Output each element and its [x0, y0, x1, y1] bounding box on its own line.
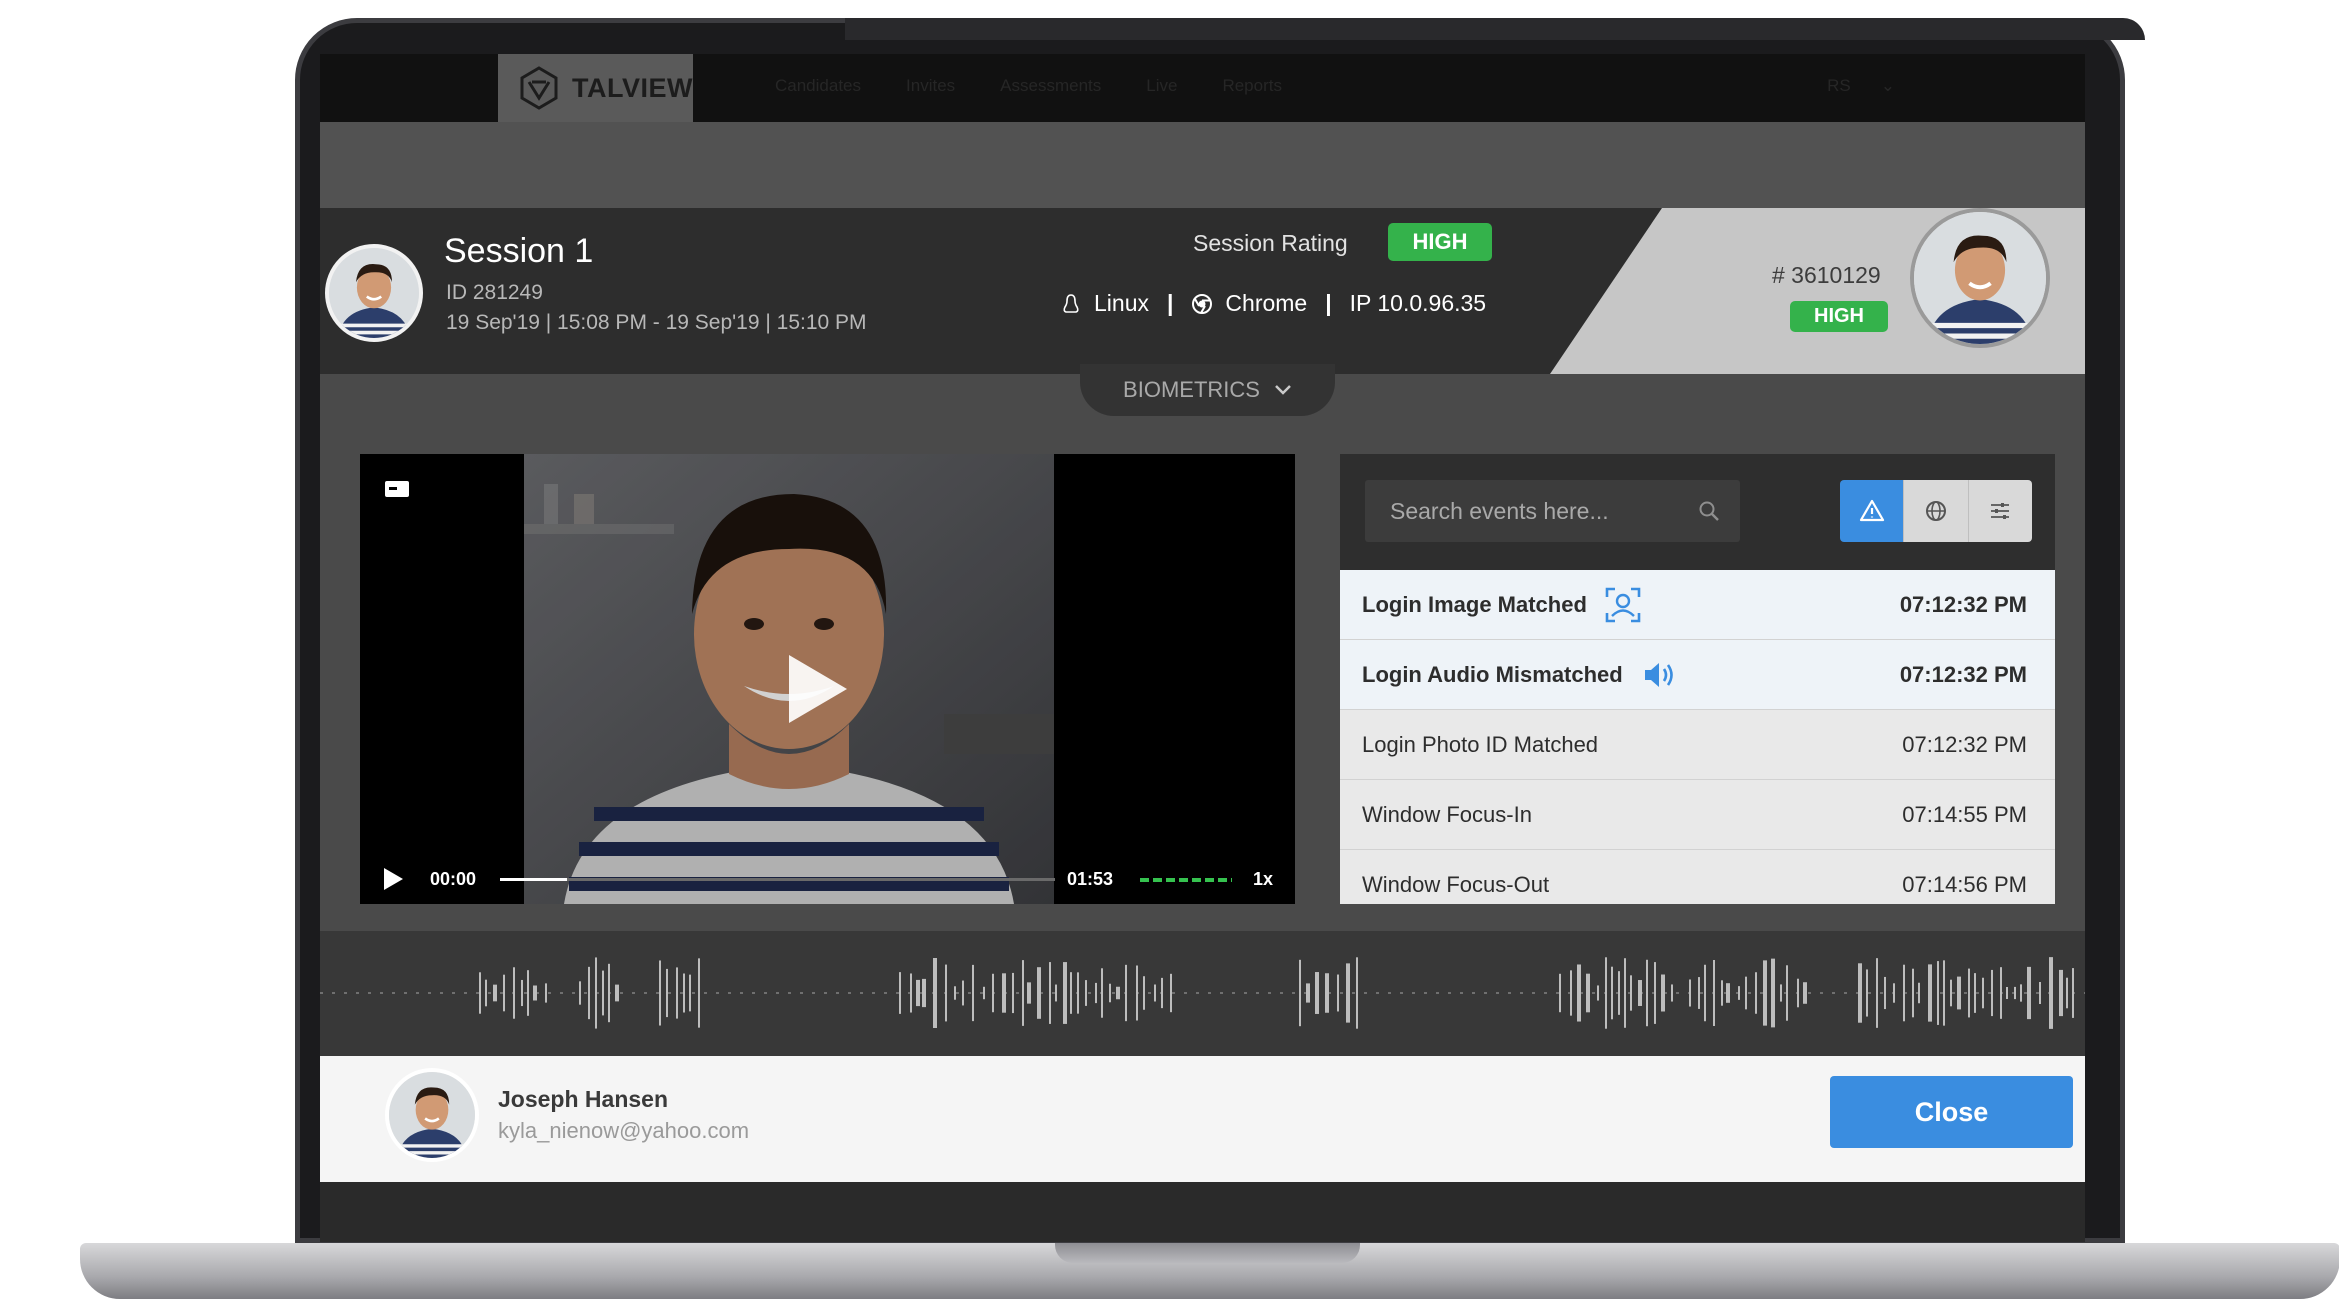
brand-name: TALVIEW — [572, 72, 693, 103]
user-avatar — [385, 1068, 479, 1162]
event-name: Login Audio Mismatched — [1362, 661, 1623, 687]
event-filters — [1840, 480, 2032, 542]
event-list: Login Image Matched 07:12:32 PM Login Au… — [1340, 570, 2055, 904]
total-time: 01:53 — [1067, 869, 1114, 889]
chevron-down-icon — [1275, 385, 1291, 395]
event-row[interactable]: Login Image Matched 07:12:32 PM — [1340, 570, 2055, 640]
globe-icon — [1925, 501, 1946, 521]
close-button[interactable]: Close — [1830, 1076, 2073, 1148]
event-time: 07:12:32 PM — [1899, 661, 2027, 687]
search-events-input[interactable] — [1365, 480, 1740, 542]
candidate-avatar — [1910, 208, 2050, 348]
top-nav: TALVIEW Candidates Invites Assessments L… — [320, 54, 2085, 122]
biometrics-label: BIOMETRICS — [1123, 377, 1260, 402]
event-name: Login Photo ID Matched — [1362, 731, 1599, 757]
event-time: 07:12:32 PM — [1899, 591, 2027, 617]
event-time: 07:14:56 PM — [1902, 871, 2027, 897]
speaker-icon — [1644, 662, 1673, 687]
session-id: ID 281249 — [446, 281, 543, 304]
os-name: Linux — [1094, 290, 1149, 316]
candidate-id: # 3610129 — [1772, 262, 1881, 288]
sub-bar — [320, 122, 2085, 208]
event-row[interactable]: Window Focus-Out 07:14:56 PM — [1340, 850, 2055, 904]
candidate-rating-badge: HIGH — [1790, 301, 1888, 332]
video-controls: 00:00 01:53 1x — [360, 859, 1295, 899]
user-initials: RS — [1827, 76, 1851, 95]
play-button-icon[interactable] — [382, 867, 404, 891]
session-title: Session 1 — [444, 232, 594, 270]
session-avatar — [325, 244, 423, 342]
event-name: Window Focus-Out — [1362, 871, 1550, 897]
chrome-icon — [1192, 293, 1213, 314]
event-name: Login Image Matched — [1362, 591, 1587, 617]
event-row[interactable]: Window Focus-In 07:14:55 PM — [1340, 780, 2055, 850]
app-screen: TALVIEW Candidates Invites Assessments L… — [320, 54, 2085, 1242]
face-scan-icon — [1605, 587, 1641, 622]
filter-alerts-button[interactable] — [1840, 480, 1904, 542]
event-row[interactable]: Login Audio Mismatched 07:12:32 PM — [1340, 640, 2055, 710]
warning-icon — [1859, 499, 1884, 522]
sliders-icon — [1991, 503, 2010, 519]
nav-link-candidates[interactable]: Candidates — [775, 76, 861, 96]
session-rating-badge: HIGH — [1388, 223, 1492, 261]
person-photo-icon — [389, 1072, 475, 1158]
environment-info: Linux | Chrome | IP 10.0.96.35 — [1060, 290, 1486, 317]
seek-bar-fill — [500, 878, 567, 881]
event-time: 07:14:55 PM — [1902, 801, 2027, 827]
separator: | — [1166, 290, 1174, 316]
session-header: Session 1 ID 281249 19 Sep'19 | 15:08 PM… — [320, 208, 2085, 374]
filter-browser-button[interactable] — [1903, 480, 1968, 542]
bottom-bezel — [320, 1182, 2085, 1242]
nav-link-invites[interactable]: Invites — [906, 76, 955, 96]
event-name: Window Focus-In — [1362, 801, 1532, 827]
nav-link-live[interactable]: Live — [1146, 76, 1177, 96]
person-photo-icon — [329, 248, 419, 338]
nav-links: Candidates Invites Assessments Live Repo… — [775, 76, 1282, 96]
seek-bar[interactable] — [500, 878, 1055, 881]
caption-icon[interactable] — [384, 480, 410, 498]
nav-link-assessments[interactable]: Assessments — [1000, 76, 1101, 96]
chevron-down-icon: ⌄ — [1880, 76, 1895, 95]
nav-link-reports[interactable]: Reports — [1222, 76, 1282, 96]
filter-settings-button[interactable] — [1967, 480, 2032, 542]
events-panel: Login Image Matched 07:12:32 PM Login Au… — [1340, 454, 2055, 904]
event-row[interactable]: Login Photo ID Matched 07:12:32 PM — [1340, 710, 2055, 780]
linux-icon — [1063, 293, 1079, 313]
separator: | — [1325, 290, 1332, 316]
user-email: kyla_nienow@yahoo.com — [498, 1118, 750, 1143]
event-time: 07:12:32 PM — [1902, 731, 2027, 757]
ip-address: IP 10.0.96.35 — [1349, 290, 1487, 316]
nav-user-menu[interactable]: RS ⌄ — [1827, 76, 1895, 96]
audio-waveform[interactable] — [320, 931, 2085, 1056]
person-photo-icon — [1914, 212, 2046, 344]
footer-bar: Joseph Hansen kyla_nienow@yahoo.com Clos… — [320, 1056, 2085, 1182]
current-time: 00:00 — [430, 869, 477, 889]
browser-name: Chrome — [1225, 290, 1308, 316]
volume-level[interactable] — [1140, 878, 1232, 882]
session-rating-label: Session Rating — [1193, 230, 1348, 256]
playback-speed[interactable]: 1x — [1253, 869, 1273, 890]
talview-logo-icon — [520, 66, 558, 110]
user-name: Joseph Hansen — [498, 1086, 668, 1112]
biometrics-toggle[interactable]: BIOMETRICS — [1080, 364, 1335, 416]
play-icon[interactable] — [775, 649, 855, 729]
video-player[interactable]: 00:00 01:53 1x — [360, 454, 1295, 904]
waveform-graphic — [320, 957, 2085, 1029]
session-dates: 19 Sep'19 | 15:08 PM - 19 Sep'19 | 15:10… — [446, 311, 867, 334]
laptop-notch — [1055, 1243, 1360, 1263]
search-icon[interactable] — [1698, 500, 1720, 522]
brand[interactable]: TALVIEW — [498, 54, 693, 122]
